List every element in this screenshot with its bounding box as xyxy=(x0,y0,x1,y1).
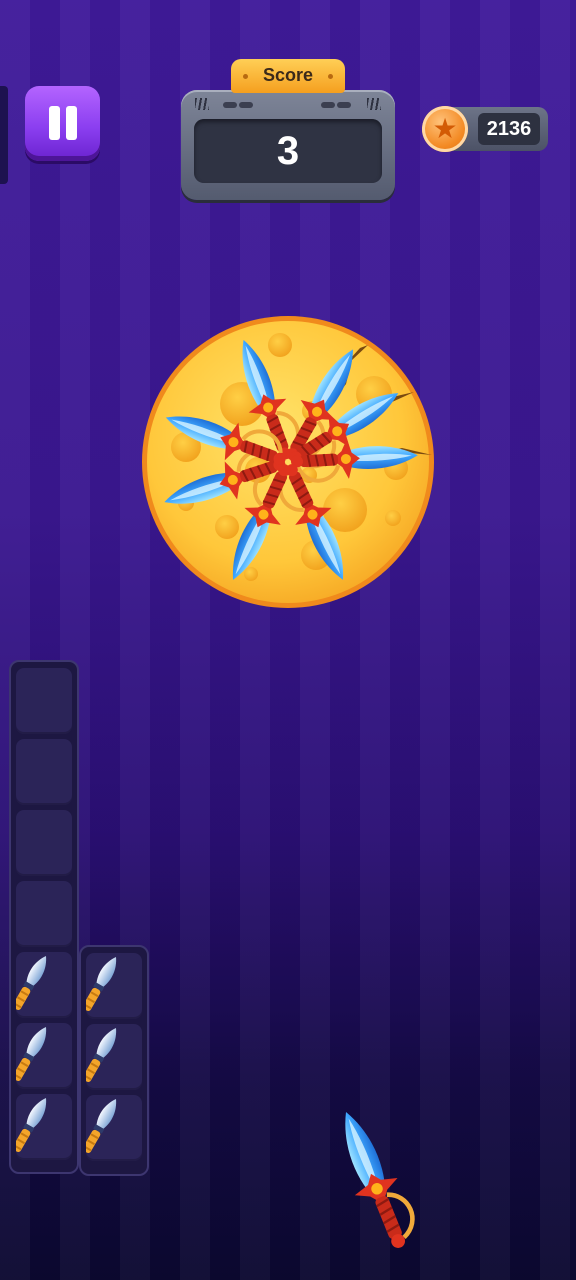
knife-icon xyxy=(9,1093,53,1155)
empty-knife-slot xyxy=(16,668,72,734)
knife-rack-right xyxy=(79,945,149,1176)
ready-knife[interactable] xyxy=(325,1103,423,1256)
knife-icon xyxy=(9,1022,53,1084)
knife-slot xyxy=(79,1094,142,1161)
knife-rack-left xyxy=(9,660,79,1174)
empty-knife-slot xyxy=(16,881,72,947)
knife-slot xyxy=(9,951,72,1018)
knife-slot xyxy=(9,1093,72,1160)
knife-slot xyxy=(79,952,142,1019)
knife-slot xyxy=(9,1022,72,1089)
empty-knife-slot xyxy=(16,810,72,876)
knife-icon xyxy=(79,952,123,1014)
knife-icon xyxy=(79,1023,123,1085)
knife-icon xyxy=(9,951,53,1013)
knife-icon xyxy=(79,1094,123,1156)
knife-slot xyxy=(79,1023,142,1090)
empty-knife-slot xyxy=(16,739,72,805)
